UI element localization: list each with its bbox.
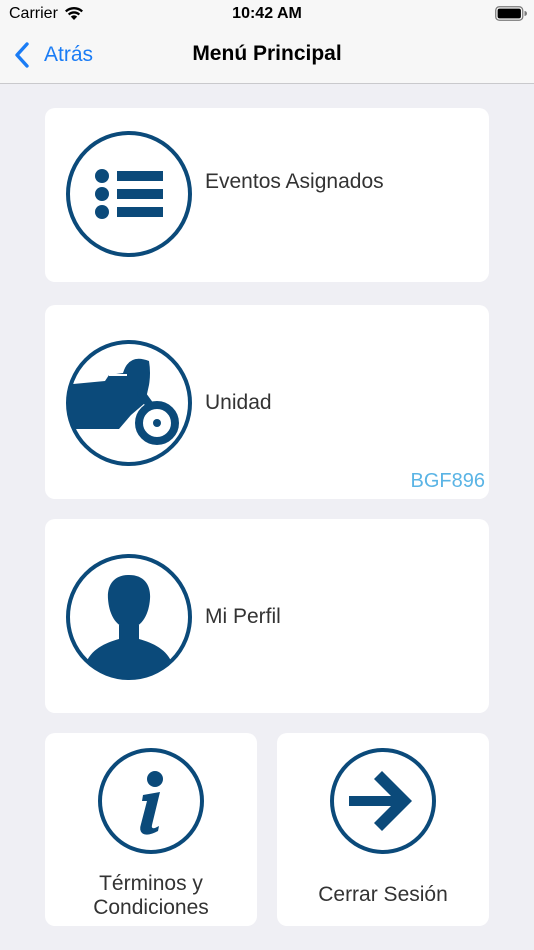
page-title: Menú Principal (192, 42, 342, 65)
assigned-events-label: Eventos Asignados (205, 170, 384, 193)
menu-card-my-profile[interactable]: Mi Perfil (45, 519, 489, 713)
menu-card-assigned-events[interactable]: Eventos Asignados (45, 108, 489, 282)
clock: 10:42 AM (232, 5, 302, 22)
user-silhouette-icon (66, 554, 192, 680)
menu-card-logout[interactable]: Cerrar Sesión (277, 733, 489, 926)
unit-label: Unidad (205, 391, 272, 414)
motorcycle-icon (66, 340, 192, 466)
terms-label-line1: Términos y (99, 872, 203, 895)
status-bar: Carrier 10:42 AM (0, 0, 534, 28)
navigation-bar: Atrás Menú Principal (0, 28, 534, 84)
battery-icon (495, 6, 527, 21)
menu-card-unit[interactable]: Unidad BGF896 (45, 305, 489, 499)
menu-card-terms-and-conditions[interactable]: Términos y Condiciones (45, 733, 257, 926)
terms-label-line2: Condiciones (93, 896, 209, 919)
my-profile-label: Mi Perfil (205, 605, 281, 628)
arrow-right-icon (330, 748, 436, 854)
list-icon (66, 131, 192, 257)
logout-label: Cerrar Sesión (318, 883, 448, 906)
unit-plate-badge: BGF896 (410, 470, 485, 492)
info-icon (98, 748, 204, 854)
